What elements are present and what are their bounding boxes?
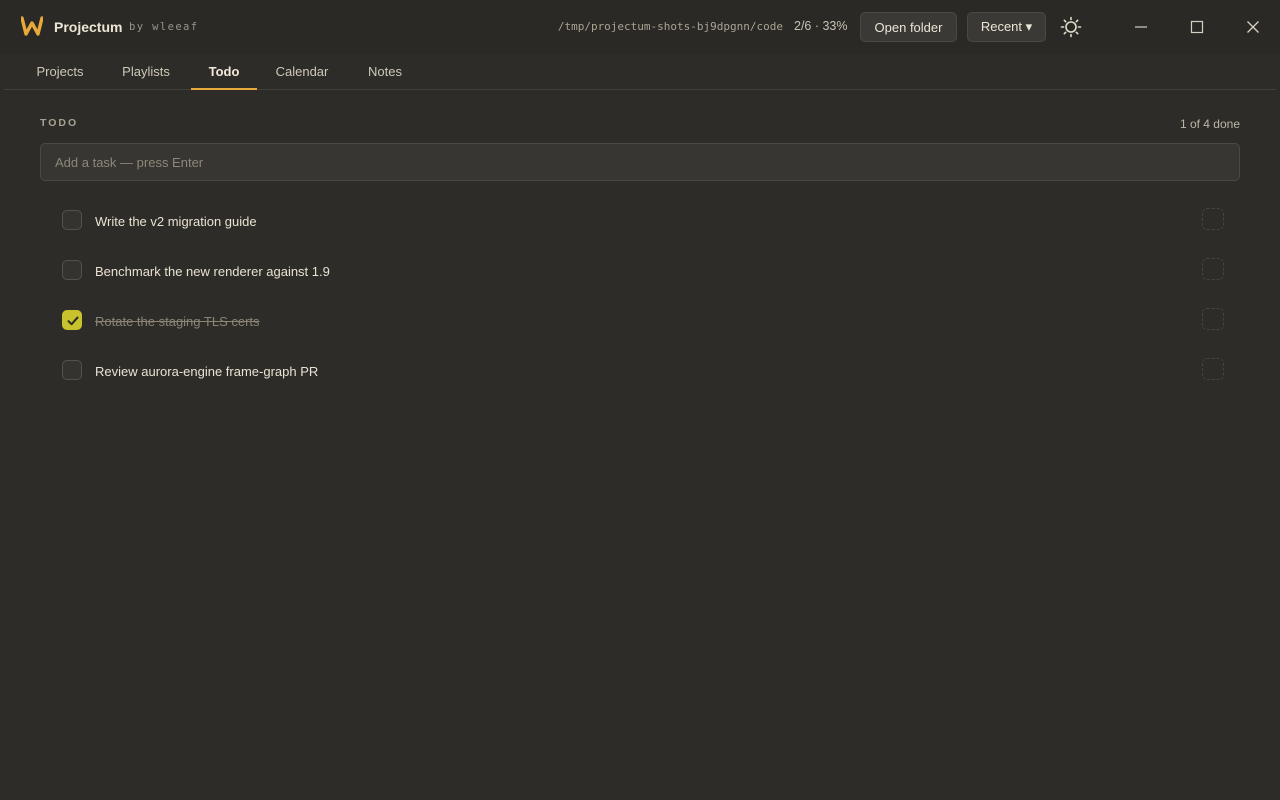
todo-item: Benchmark the new renderer against 1.9 — [40, 258, 1240, 310]
minimize-button[interactable] — [1126, 12, 1156, 42]
todo-checkbox[interactable] — [62, 260, 82, 280]
done-counter: 1 of 4 done — [1179, 117, 1240, 131]
delete-task-button[interactable] — [1202, 208, 1224, 230]
recent-dropdown-button[interactable]: Recent ▾ — [967, 12, 1046, 42]
todo-item: Rotate the staging TLS certs — [40, 308, 1240, 360]
todo-checkbox[interactable] — [62, 360, 82, 380]
todo-text[interactable]: Rotate the staging TLS certs — [95, 314, 260, 329]
todo-text[interactable]: Write the v2 migration guide — [95, 214, 257, 229]
close-button[interactable] — [1238, 12, 1268, 42]
section-title: TODO — [40, 117, 79, 129]
close-icon — [1247, 21, 1259, 33]
tab-todo[interactable]: Todo — [191, 54, 257, 90]
minimize-icon — [1135, 26, 1147, 28]
todo-text[interactable]: Review aurora-engine frame-graph PR — [95, 364, 318, 379]
sun-icon — [1060, 16, 1082, 38]
add-task-input[interactable] — [40, 143, 1240, 181]
delete-task-button[interactable] — [1202, 258, 1224, 280]
todo-item: Review aurora-engine frame-graph PR — [40, 358, 1240, 410]
tab-playlists[interactable]: Playlists — [108, 54, 184, 89]
theme-toggle-button[interactable] — [1058, 14, 1084, 40]
project-path: /tmp/projectum-shots-bj9dpgnn/code — [557, 20, 783, 33]
app-name: Projectum — [54, 19, 123, 35]
app-byline: by wleeaf — [129, 21, 199, 33]
delete-task-button[interactable] — [1202, 358, 1224, 380]
progress-summary: 2/6 · 33% — [794, 19, 848, 33]
tab-projects[interactable]: Projects — [21, 54, 99, 89]
delete-task-button[interactable] — [1202, 308, 1224, 330]
todo-text[interactable]: Benchmark the new renderer against 1.9 — [95, 264, 330, 279]
todo-checkbox[interactable] — [62, 310, 82, 330]
maximize-icon — [1190, 20, 1204, 34]
checkmark-icon — [67, 316, 79, 326]
tab-notes[interactable]: Notes — [356, 54, 414, 89]
tab-calendar[interactable]: Calendar — [265, 54, 339, 89]
title-bar[interactable]: Projectum by wleeaf /tmp/projectum-shots… — [0, 0, 1280, 54]
open-folder-button[interactable]: Open folder — [860, 12, 957, 42]
maximize-button[interactable] — [1182, 12, 1212, 42]
main-tabs: Projects Playlists Todo Calendar Notes — [4, 54, 1276, 90]
todo-checkbox[interactable] — [62, 210, 82, 230]
todo-item: Write the v2 migration guide — [40, 208, 1240, 260]
app-window: Projectum by wleeaf /tmp/projectum-shots… — [0, 0, 1280, 800]
w-logo-icon — [21, 16, 43, 36]
